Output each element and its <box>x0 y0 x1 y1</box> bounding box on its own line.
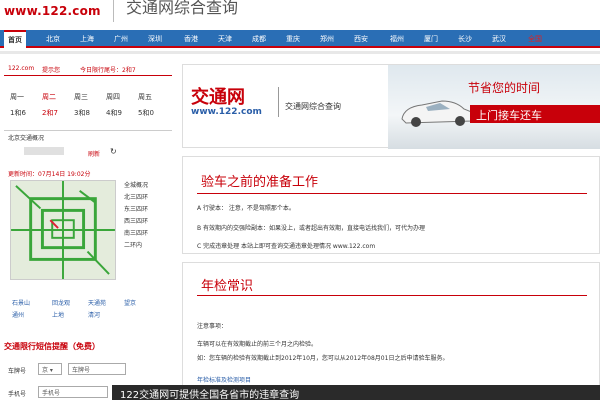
knowledge-notes-title: 注意事项： <box>197 323 228 330</box>
weekday-label: 周三 <box>74 93 88 101</box>
phone-label: 手机号 <box>8 391 27 398</box>
weekday-limit-numbers: 1和6 <box>10 109 26 117</box>
road-link[interactable]: 二环内 <box>124 240 174 252</box>
road-link[interactable]: 全城概况 <box>124 180 174 192</box>
weekday-limit-numbers: 5和0 <box>138 109 154 117</box>
inspection-prep-section: 验车之前的准备工作 A 行驶本： 注意，不是驾照那个本。 B 有效期内的交强险副… <box>182 156 600 254</box>
weekday-label: 周四 <box>106 93 120 101</box>
knowledge-heading: 年检常识 <box>201 279 254 294</box>
area-link[interactable]: 通州 <box>12 310 24 319</box>
nav-shadow <box>0 51 600 54</box>
area-link[interactable]: 回龙观 <box>52 298 70 307</box>
area-link[interactable]: 上地 <box>52 310 64 319</box>
weekday-limit-numbers: 2和7 <box>42 109 58 117</box>
banner-logo: 交通网 <box>191 87 245 108</box>
phone-input[interactable]: 手机号 <box>38 386 108 398</box>
inspection-heading: 验车之前的准备工作 <box>201 175 319 190</box>
nav-item[interactable]: 北京 <box>46 34 60 44</box>
nav-item[interactable]: 深圳 <box>148 34 162 44</box>
area-link[interactable]: 石景山 <box>12 298 30 307</box>
site-logo[interactable]: www.122.com <box>4 4 101 18</box>
plate-input[interactable]: 车牌号 <box>68 363 126 375</box>
limit-bar: 122.com 提示您 今日限行尾号：2和7 <box>4 62 172 76</box>
area-link[interactable]: 清河 <box>88 310 100 319</box>
nav-item[interactable]: 武汉 <box>492 34 506 44</box>
sms-reminder-title: 交通限行短信提醒（免费） <box>4 342 100 351</box>
nav-item[interactable]: 厦门 <box>424 34 438 44</box>
road-link[interactable]: 南三四环 <box>124 228 174 240</box>
inspection-divider <box>197 193 587 194</box>
road-links: 全城概况 北三四环 东三四环 西三四环 南三四环 二环内 <box>124 180 174 252</box>
nav-item[interactable]: 长沙 <box>458 34 472 44</box>
knowledge-divider <box>197 295 587 296</box>
refresh-link[interactable]: 刷新 <box>88 149 100 158</box>
inspection-item-a: A 行驶本： 注意，不是驾照那个本。 <box>197 205 295 212</box>
area-link[interactable]: 天通苑 <box>88 298 106 307</box>
nav-item[interactable]: 郑州 <box>320 34 334 44</box>
weekday-limit-numbers: 4和9 <box>106 109 122 117</box>
road-link[interactable]: 西三四环 <box>124 216 174 228</box>
site-title: 交通网综合查询 <box>126 0 239 17</box>
weekday-label: 周二 <box>42 93 56 101</box>
banner-url: www.122.com <box>191 107 262 117</box>
weekday-limit-numbers: 3和8 <box>74 109 90 117</box>
nav-item[interactable]: 西安 <box>354 34 368 44</box>
nav-item[interactable]: 上海 <box>80 34 94 44</box>
site-header: www.122.com 交通网综合查询 <box>0 0 600 28</box>
knowledge-link[interactable]: 年检标准及检测项目 <box>197 375 251 384</box>
refresh-icon[interactable]: ↻ <box>110 147 117 156</box>
knowledge-note-2: 如：您车辆的检验有效期截止到2012年10月，您可以从2012年08月01日之后… <box>197 355 449 362</box>
road-link[interactable]: 东三四环 <box>124 204 174 216</box>
nav-item[interactable]: 福州 <box>390 34 404 44</box>
inspection-item-c: C 完成违章处理 本站上即可查询交通违章处理情况 www.122.com <box>197 243 376 250</box>
traffic-map[interactable] <box>10 180 116 280</box>
inspection-knowledge-section: 年检常识 注意事项： 车辆可以在有效期截止的前三个月之内检验。 如：您车辆的检验… <box>182 262 600 386</box>
limit-site[interactable]: 122.com <box>8 65 34 72</box>
province-select[interactable]: 京 ▾ <box>38 363 62 375</box>
nav-item[interactable]: 重庆 <box>286 34 300 44</box>
city-navigation: 首页 北京 上海 广州 深圳 香港 天津 成都 重庆 郑州 西安 福州 厦门 长沙 武汉 全国 <box>0 30 600 48</box>
nav-item[interactable]: 成都 <box>252 34 266 44</box>
header-divider <box>113 0 114 22</box>
weekday-label: 周五 <box>138 93 152 101</box>
banner-slogan-primary: 节省您的时间 <box>468 81 541 95</box>
banner-title: 交通网综合查询 <box>285 102 341 111</box>
traffic-select[interactable] <box>24 147 64 155</box>
plate-placeholder: 车牌号 <box>72 367 91 374</box>
nav-item[interactable]: 广州 <box>114 34 128 44</box>
limit-today: 今日限行尾号：2和7 <box>80 67 136 74</box>
phone-placeholder: 手机号 <box>42 390 61 397</box>
nav-item[interactable]: 首页 <box>4 30 26 48</box>
weekday-label: 周一 <box>10 93 24 101</box>
knowledge-note-1: 车辆可以在有效期截止的前三个月之内检验。 <box>197 341 318 348</box>
area-link[interactable]: 望京 <box>124 298 136 307</box>
banner-slogan-secondary: 上门接车还车 <box>470 105 600 123</box>
plate-label: 车牌号 <box>8 368 27 375</box>
province-value: 京 <box>42 367 49 374</box>
nav-item[interactable]: 天津 <box>218 34 232 44</box>
promo-banner[interactable]: 交通网 www.122.com 交通网综合查询 节省您的时间 上门接车还车 <box>182 64 600 149</box>
traffic-title: 北京交通概况 <box>8 135 45 142</box>
nav-item[interactable]: 香港 <box>184 34 198 44</box>
road-link[interactable]: 北三四环 <box>124 192 174 204</box>
image-caption: 122交通网可提供全国各省市的违章查询 <box>112 385 600 401</box>
car-icon <box>401 100 476 127</box>
banner-divider <box>278 87 279 117</box>
limit-tip: 提示您 <box>42 67 61 74</box>
nav-item[interactable]: 全国 <box>528 34 542 44</box>
update-time: 更新时间：07月14日 19:02分 <box>8 171 91 178</box>
inspection-item-b: B 有效期内的交强险副本：如果没上，或者超出有效期，直接电话找我们，可代为办理 <box>197 225 426 232</box>
